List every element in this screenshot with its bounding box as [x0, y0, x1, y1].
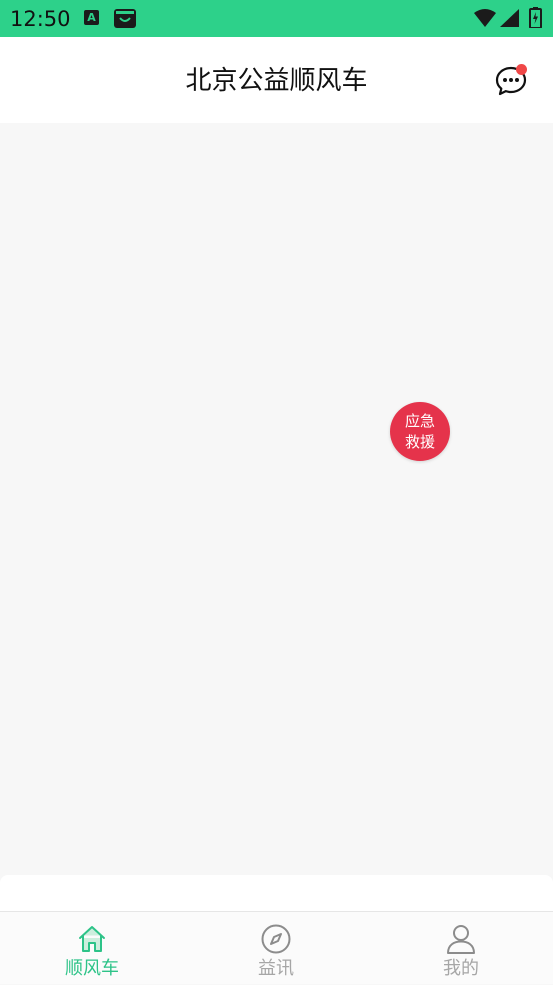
wifi-icon: [474, 9, 496, 27]
user-icon: [447, 925, 475, 954]
tab-mine-label: 我的: [443, 958, 479, 979]
tab-ride[interactable]: 顺风车: [0, 912, 184, 985]
signal-icon: [500, 9, 519, 27]
emergency-rescue-label-line1: 应急: [404, 411, 435, 430]
home-icon: [79, 926, 105, 952]
a-notification-letter: A: [87, 11, 96, 24]
tab-news[interactable]: 益讯: [184, 912, 368, 985]
bottom-sheet: [0, 875, 553, 915]
tab-ride-label: 顺风车: [65, 958, 119, 979]
status-bar: 12:50 A: [0, 0, 553, 37]
status-time: 12:50: [10, 7, 71, 31]
tab-mine[interactable]: 我的: [369, 912, 553, 985]
page-title: 北京公益顺风车: [185, 66, 368, 96]
battery-icon: [529, 7, 542, 28]
app-header: 北京公益顺风车: [0, 37, 553, 123]
emergency-rescue-button[interactable]: 应急 救援: [390, 402, 450, 461]
tab-news-label: 益讯: [258, 958, 294, 979]
main-content: 应急 救援: [0, 123, 553, 875]
compass-icon: [261, 924, 291, 954]
emergency-rescue-label-line2: 救援: [404, 432, 435, 451]
unread-dot: [516, 64, 527, 75]
bottom-tabbar: 顺风车 益讯 我的: [0, 911, 553, 984]
bag-notification-icon: [114, 9, 136, 28]
a-notification-icon: A: [84, 10, 99, 25]
